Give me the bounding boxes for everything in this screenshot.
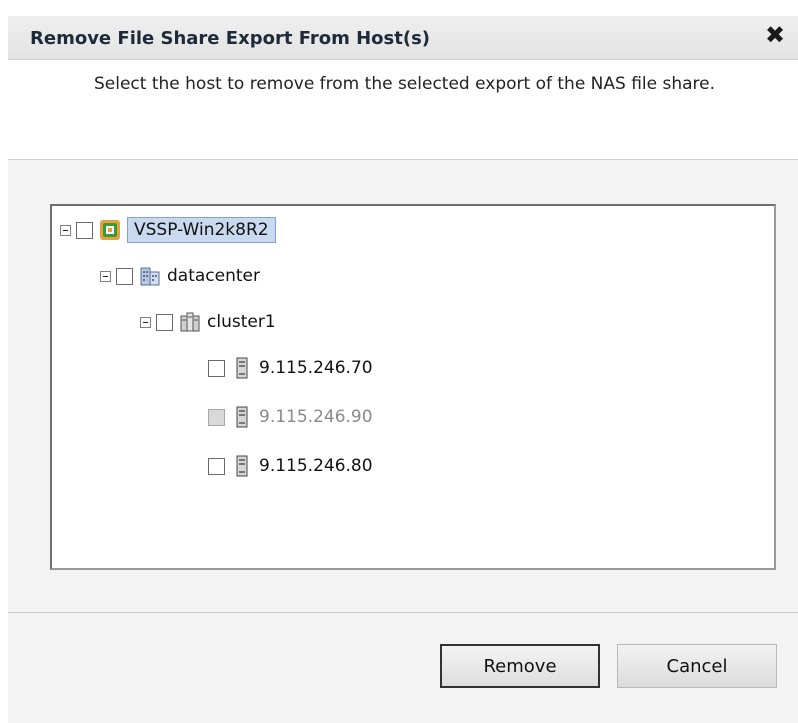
remove-export-dialog: Remove File Share Export From Host(s) ✖ … [0, 0, 798, 723]
collapse-icon[interactable] [60, 224, 71, 236]
checkbox-host[interactable] [208, 359, 225, 377]
vcenter-icon [100, 220, 120, 240]
host-server-icon [236, 455, 248, 477]
checkbox-datacenter[interactable] [116, 267, 133, 285]
checkbox-host[interactable] [208, 457, 225, 475]
tree-node-datacenter[interactable]: datacenter [100, 260, 260, 292]
checkbox-host-disabled [208, 408, 225, 426]
close-icon[interactable]: ✖ [762, 22, 788, 48]
tree-label-root[interactable]: VSSP-Win2k8R2 [127, 217, 276, 243]
collapse-icon[interactable] [100, 270, 111, 282]
remove-button[interactable]: Remove [440, 644, 600, 688]
tree-label-host: 9.115.246.90 [259, 407, 373, 427]
dialog-titlebar: Remove File Share Export From Host(s) ✖ [8, 16, 798, 60]
datacenter-icon [140, 267, 160, 286]
tree-node-host-disabled: 9.115.246.90 [208, 401, 373, 433]
checkbox-cluster[interactable] [156, 313, 173, 331]
host-tree: VSSP-Win2k8R2 datacenter cluster1 9.115.… [50, 204, 776, 570]
tree-label-datacenter[interactable]: datacenter [167, 266, 260, 286]
instruction-text: Select the host to remove from the selec… [94, 74, 716, 94]
host-server-icon [236, 357, 248, 379]
cluster-icon [180, 312, 200, 332]
tree-node-cluster[interactable]: cluster1 [140, 306, 276, 338]
tree-label-host[interactable]: 9.115.246.70 [259, 358, 373, 378]
tree-node-host[interactable]: 9.115.246.80 [208, 450, 373, 482]
tree-node-host[interactable]: 9.115.246.70 [208, 352, 373, 384]
tree-label-host[interactable]: 9.115.246.80 [259, 456, 373, 476]
checkbox-root[interactable] [76, 221, 93, 239]
tree-node-root[interactable]: VSSP-Win2k8R2 [60, 214, 276, 246]
collapse-icon[interactable] [140, 316, 151, 328]
host-server-icon [236, 406, 248, 428]
tree-label-cluster[interactable]: cluster1 [207, 312, 276, 332]
dialog-title: Remove File Share Export From Host(s) [30, 28, 431, 49]
cancel-button[interactable]: Cancel [617, 644, 777, 688]
